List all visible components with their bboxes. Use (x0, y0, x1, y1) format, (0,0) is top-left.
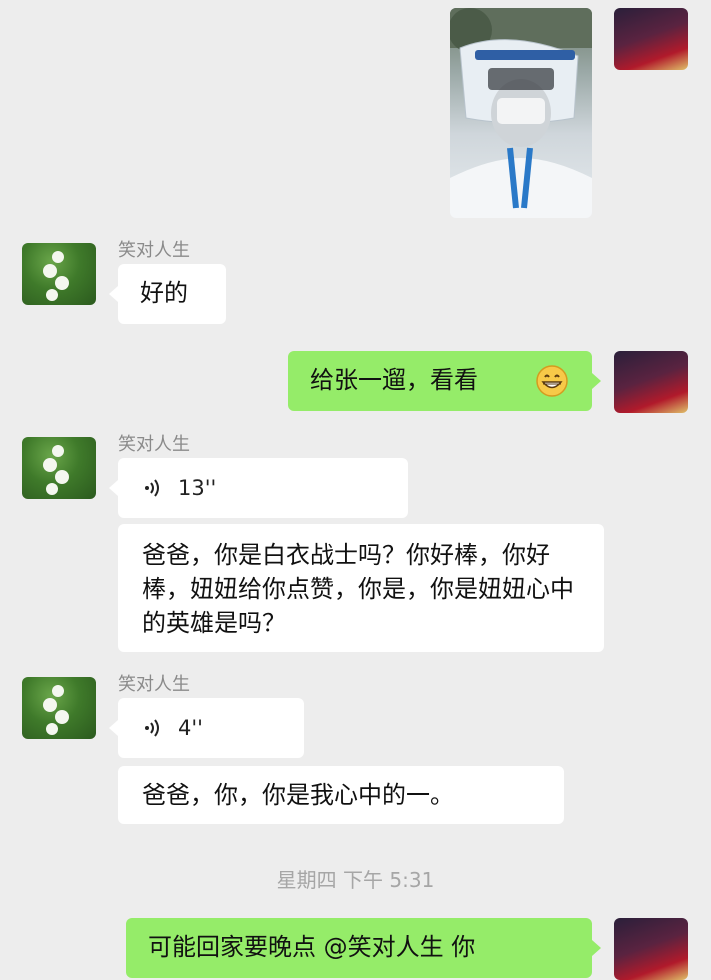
sender-name: 笑对人生 (118, 240, 190, 261)
voice-duration: 4'' (178, 716, 203, 740)
flower-icon (43, 445, 69, 495)
transcript-text: 爸爸，你是白衣战士吗？你好棒，你好棒，妞妞给你点赞，你是，你是妞妞心中的英雄是吗… (142, 541, 574, 637)
self-avatar[interactable] (614, 8, 688, 70)
photo-content (450, 8, 592, 218)
voice-duration: 13'' (178, 476, 217, 500)
message-text: 可能回家要晚点 @笑对人生 你 (148, 933, 476, 961)
sender-name: 笑对人生 (118, 434, 190, 455)
text-message[interactable]: 好的 (109, 264, 226, 324)
text-message[interactable]: 可能回家要晚点 @笑对人生 你 (126, 918, 601, 978)
chat-timestamp: 星期四 下午 5:31 (276, 868, 435, 892)
self-avatar[interactable] (614, 351, 688, 413)
text-message[interactable]: 给张一遛，看看 (288, 351, 601, 411)
bubble-tail (109, 286, 118, 302)
voice-transcript: 爸爸，你，你是我心中的一。 (118, 766, 564, 824)
message-text: 给张一遛，看看 (310, 366, 478, 394)
bubble-tail (592, 373, 601, 389)
flower-icon (43, 685, 69, 735)
bubble-tail (109, 720, 118, 736)
friend-avatar[interactable] (22, 243, 96, 305)
flower-icon (43, 251, 69, 301)
voice-message[interactable]: 13'' (109, 458, 408, 518)
message-text: 好的 (140, 279, 188, 307)
friend-avatar[interactable] (22, 437, 96, 499)
voice-wave-icon (145, 479, 159, 497)
grin-emoji-icon (536, 365, 568, 397)
voice-transcript: 爸爸，你是白衣战士吗？你好棒，你好棒，妞妞给你点赞，你是，你是妞妞心中的英雄是吗… (118, 524, 604, 652)
bubble-tail (109, 480, 118, 496)
self-avatar[interactable] (614, 918, 688, 980)
voice-message[interactable]: 4'' (109, 698, 304, 758)
bubble-tail (592, 940, 601, 956)
sender-name: 笑对人生 (118, 674, 190, 695)
image-message[interactable] (450, 8, 592, 218)
voice-wave-icon (145, 719, 159, 737)
transcript-text: 爸爸，你，你是我心中的一。 (142, 781, 454, 809)
friend-avatar[interactable] (22, 677, 96, 739)
